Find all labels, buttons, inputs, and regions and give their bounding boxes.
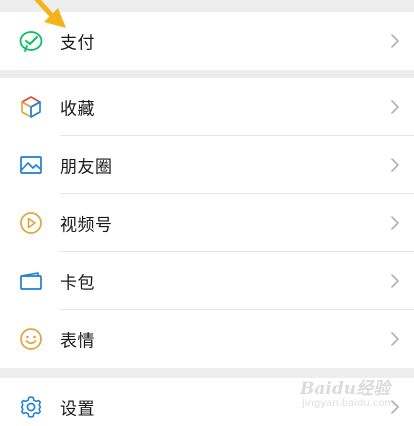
menu-label-pay: 支付 [60, 33, 95, 54]
menu-label-favorites: 收藏 [60, 99, 95, 120]
chevron-right-icon [390, 157, 400, 173]
menu-row-favorites[interactable]: 收藏 [0, 78, 414, 136]
watermark-url: jingyan.baidu.com [302, 398, 395, 409]
menu-label-settings: 设置 [60, 399, 95, 420]
menu-label-stickers: 表情 [60, 331, 95, 352]
baidu-jingyan-watermark: Baidu经验 jingyan.baidu.com [300, 374, 412, 414]
menu-row-moments[interactable]: 朋友圈 [0, 136, 414, 194]
features-group: 收藏 朋友圈 视频号 卡包 表情 [0, 78, 414, 368]
chevron-right-icon [390, 273, 400, 289]
channels-play-icon [18, 210, 44, 236]
menu-label-card-wallet: 卡包 [60, 273, 95, 294]
chevron-right-icon [390, 99, 400, 115]
watermark-logo: Baidu经验 [300, 379, 391, 399]
menu-label-channels: 视频号 [60, 215, 113, 236]
chevron-right-icon [390, 33, 400, 49]
gear-icon [18, 394, 44, 420]
chevron-right-icon [390, 215, 400, 231]
menu-row-stickers[interactable]: 表情 [0, 310, 414, 368]
me-page-screen: 支付 收藏 朋友圈 视频号 卡包 表情 设置 Baidu经验 jingyan.b… [0, 0, 414, 426]
menu-row-card-wallet[interactable]: 卡包 [0, 252, 414, 310]
sticker-smile-icon [18, 326, 44, 352]
annotation-arrow-icon [30, 0, 74, 30]
moments-picture-icon [18, 152, 44, 178]
wechat-pay-icon [18, 28, 44, 54]
menu-label-moments: 朋友圈 [60, 157, 113, 178]
favorites-cube-icon [18, 94, 44, 120]
card-wallet-icon [18, 268, 44, 294]
menu-row-channels[interactable]: 视频号 [0, 194, 414, 252]
chevron-right-icon [390, 331, 400, 347]
